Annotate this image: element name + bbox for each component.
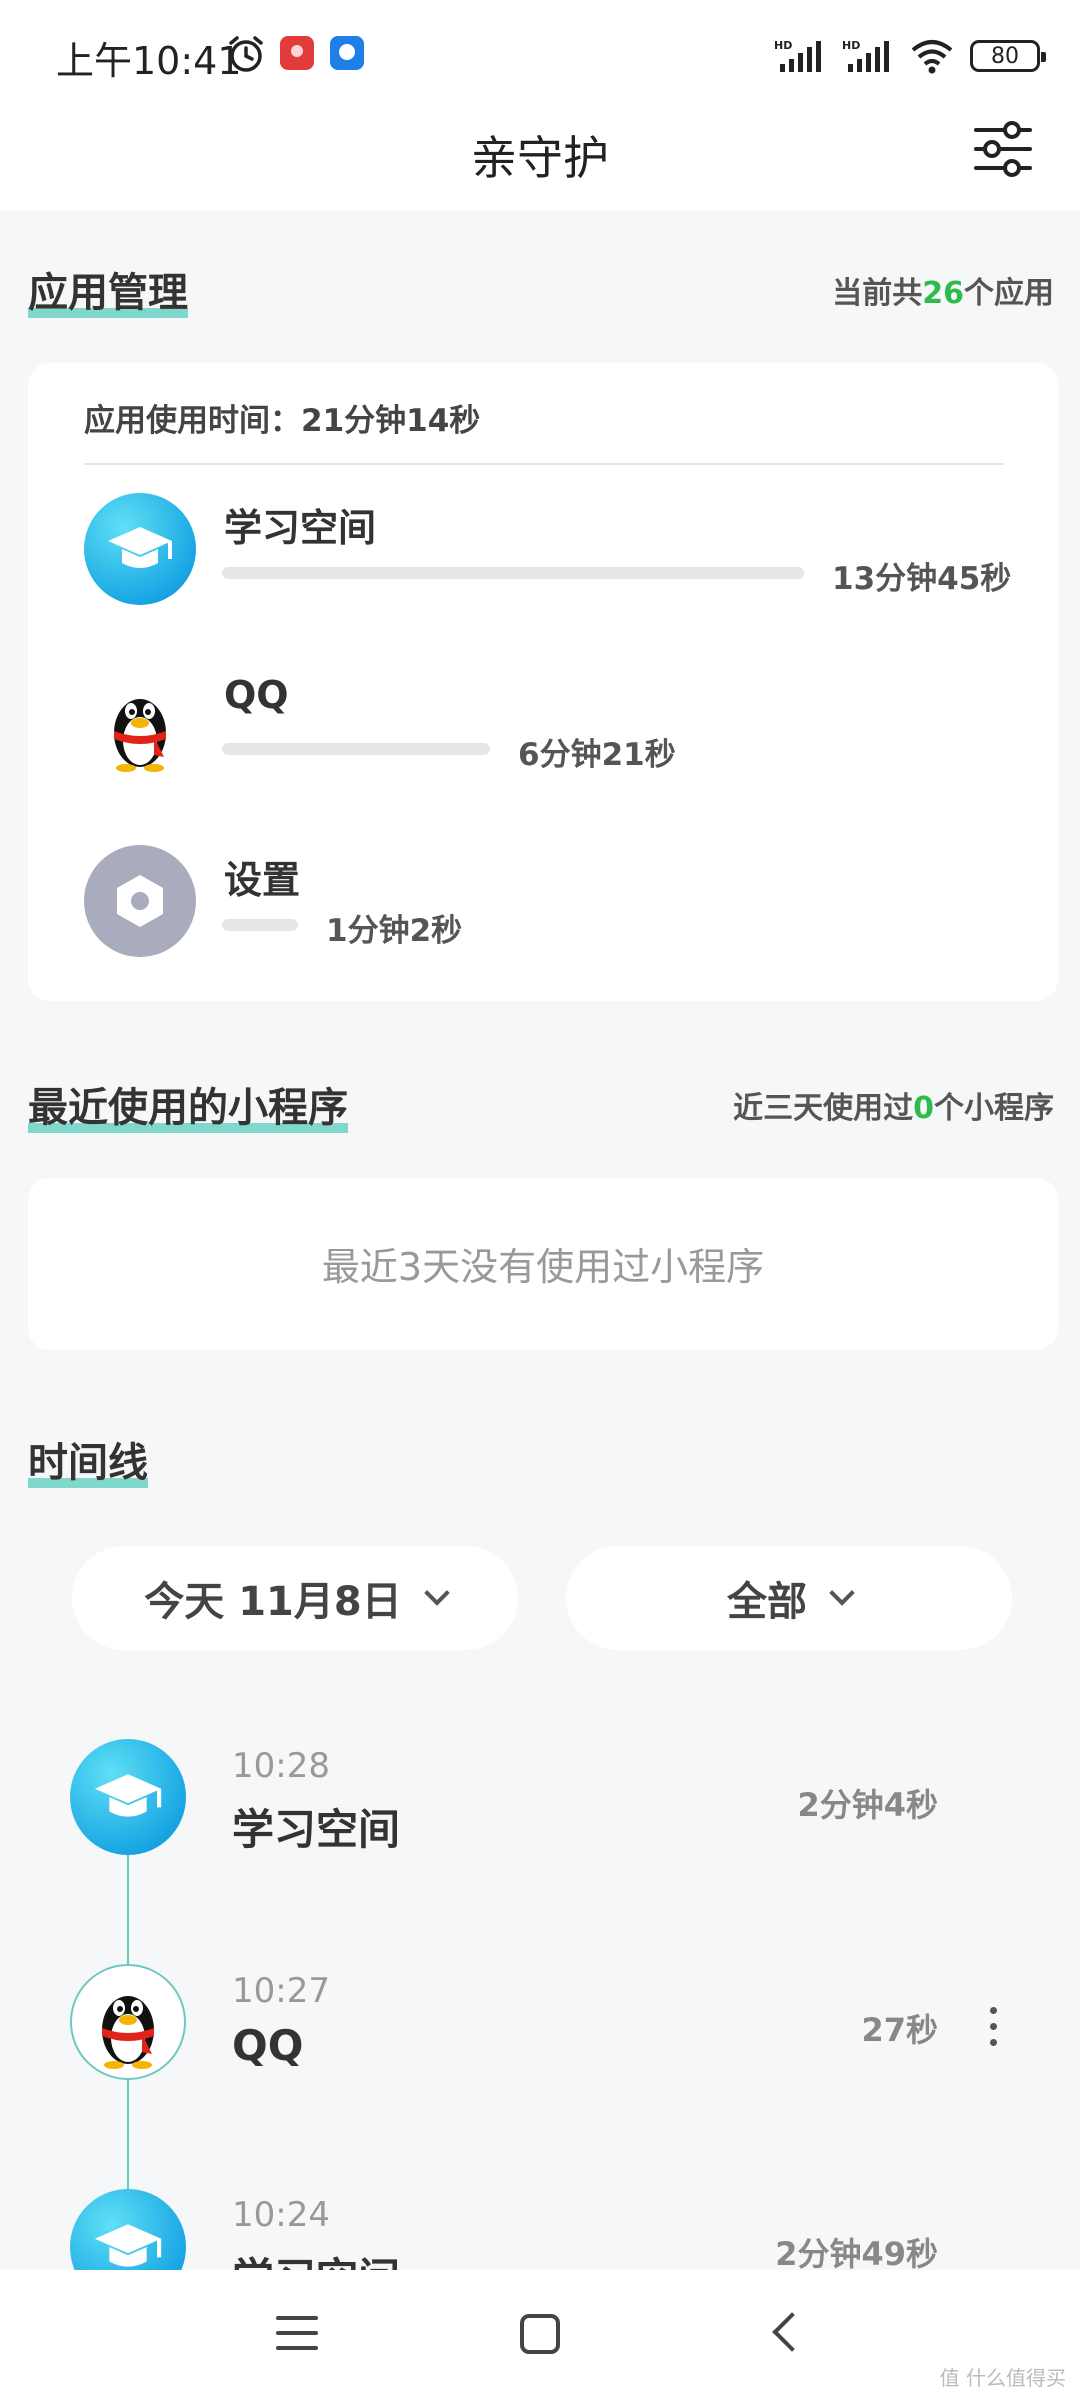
usage-total: 应用使用时间：21分钟14秒 bbox=[84, 403, 481, 439]
usage-bar bbox=[222, 919, 298, 931]
app-usage-card: 应用使用时间：21分钟14秒 学习空间 13分钟45秒 QQ 6分钟21秒 设置… bbox=[28, 363, 1058, 1001]
type-filter-label: 全部 bbox=[727, 1579, 807, 1625]
timeline-entry-time: 10:27 bbox=[232, 1971, 330, 2011]
app-name: QQ bbox=[224, 673, 289, 717]
timeline-title: 时间线 bbox=[28, 1440, 148, 1488]
settings-gear-icon bbox=[84, 845, 196, 957]
svg-text:HD: HD bbox=[842, 39, 860, 52]
qq-penguin-icon bbox=[70, 1964, 186, 2080]
mini-programs-title: 最近使用的小程序 bbox=[28, 1085, 348, 1133]
wifi-icon bbox=[911, 40, 953, 74]
mini-program-count: 近三天使用过0个小程序 bbox=[733, 1091, 1054, 1126]
page-title: 亲守护 bbox=[471, 131, 609, 185]
app-management-title: 应用管理 bbox=[28, 270, 188, 318]
app-usage-time: 13分钟45秒 bbox=[832, 561, 1012, 597]
usage-bar bbox=[222, 743, 490, 755]
qq-penguin-icon bbox=[84, 669, 196, 781]
more-options-icon[interactable] bbox=[990, 2007, 1000, 2055]
mini-programs-card: 最近3天没有使用过小程序 bbox=[28, 1178, 1058, 1350]
chevron-down-icon bbox=[829, 1580, 855, 1606]
chevron-down-icon bbox=[423, 1580, 450, 1606]
status-time: 上午10:41 bbox=[56, 39, 242, 83]
alarm-icon bbox=[229, 36, 263, 72]
timeline-connector bbox=[127, 1855, 129, 1965]
system-nav-bar bbox=[0, 2270, 1080, 2400]
graduation-cap-icon bbox=[84, 493, 196, 605]
date-filter-label: 今天 11月8日 bbox=[144, 1579, 402, 1625]
app-usage-row[interactable]: QQ 6分钟21秒 bbox=[28, 669, 1058, 819]
timeline-entry-duration: 27秒 bbox=[861, 2011, 938, 2049]
watermark: 值 什么值得买 bbox=[939, 2366, 1066, 2390]
divider bbox=[84, 463, 1004, 465]
battery-indicator: 80 bbox=[970, 40, 1046, 72]
notification-app-icon bbox=[280, 36, 314, 70]
type-filter-dropdown[interactable]: 全部 bbox=[566, 1546, 1012, 1650]
timeline-connector bbox=[127, 2080, 129, 2190]
graduation-cap-icon bbox=[70, 1739, 186, 1855]
battery-level: 80 bbox=[991, 43, 1019, 69]
app-name: 学习空间 bbox=[224, 506, 377, 550]
menu-icon[interactable] bbox=[276, 2316, 318, 2361]
date-filter-dropdown[interactable]: 今天 11月8日 bbox=[72, 1546, 518, 1650]
status-bar: 上午10:41 HD HD 80 bbox=[0, 0, 1080, 110]
notification-app-icon bbox=[330, 36, 364, 70]
filter-settings-icon[interactable] bbox=[970, 116, 1036, 182]
back-icon[interactable] bbox=[772, 2312, 812, 2352]
signal-icon: HD bbox=[842, 39, 889, 72]
timeline-entry-name[interactable]: 学习空间 bbox=[232, 1796, 400, 1857]
status-indicators: HD HD 80 bbox=[774, 36, 1046, 76]
timeline-entry-name[interactable]: QQ bbox=[232, 2021, 303, 2070]
empty-state-text: 最近3天没有使用过小程序 bbox=[321, 1245, 765, 1289]
app-usage-time: 6分钟21秒 bbox=[518, 737, 676, 773]
home-icon[interactable] bbox=[520, 2314, 560, 2354]
timeline-entry-time: 10:28 bbox=[232, 1746, 330, 1786]
app-header: 亲守护 bbox=[0, 110, 1080, 210]
signal-icon: HD bbox=[774, 39, 821, 72]
app-usage-row[interactable]: 设置 1分钟2秒 bbox=[28, 845, 1058, 995]
app-count-value: 26 bbox=[922, 276, 964, 311]
timeline-entry-duration: 2分钟49秒 bbox=[775, 2235, 938, 2273]
timeline-entry-time: 10:24 bbox=[232, 2195, 330, 2235]
app-name: 设置 bbox=[224, 858, 301, 902]
mini-program-count-value: 0 bbox=[913, 1091, 934, 1126]
usage-bar bbox=[222, 567, 804, 579]
timeline-entry-duration: 2分钟4秒 bbox=[797, 1786, 938, 1824]
app-usage-row[interactable]: 学习空间 13分钟45秒 bbox=[28, 493, 1058, 643]
app-usage-time: 1分钟2秒 bbox=[326, 913, 463, 949]
app-count: 当前共26个应用 bbox=[832, 276, 1054, 311]
svg-text:HD: HD bbox=[774, 39, 792, 52]
